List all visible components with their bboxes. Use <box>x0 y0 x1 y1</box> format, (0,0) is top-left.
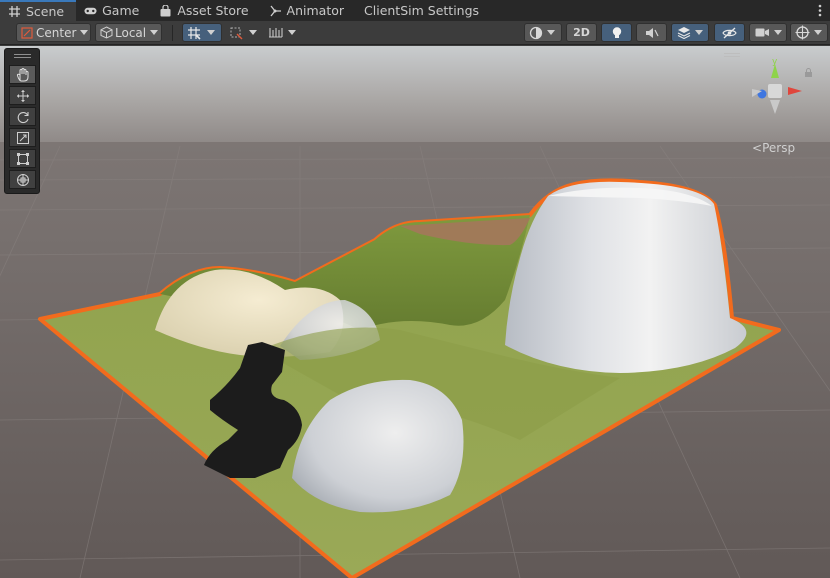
gamepad-icon <box>84 4 97 17</box>
audio-toggle[interactable] <box>636 23 667 42</box>
increment-snapping-toggle[interactable] <box>226 23 262 42</box>
lightbulb-icon <box>611 26 623 40</box>
scene-render <box>0 46 830 578</box>
rect-tool-button[interactable] <box>9 149 36 168</box>
overlay-menu-icon[interactable] <box>724 53 740 57</box>
tab-label: Asset Store <box>177 3 249 18</box>
scene-visibility-toggle[interactable] <box>714 23 745 42</box>
handle-space-label: Local <box>115 25 147 40</box>
effects-dropdown[interactable] <box>671 23 709 42</box>
chevron-down-icon <box>207 30 215 35</box>
grid-visibility-dropdown[interactable] <box>265 23 301 42</box>
pivot-mode-dropdown[interactable]: Center <box>16 23 91 42</box>
grid-snap-icon <box>187 26 201 40</box>
panel-drag-handle[interactable] <box>14 54 31 58</box>
pivot-mode-label: Center <box>36 25 77 40</box>
snap-increment-icon <box>229 26 243 40</box>
more-options-icon[interactable] <box>810 0 830 21</box>
draw-mode-dropdown[interactable] <box>524 23 562 42</box>
svg-text:y: y <box>772 57 778 67</box>
gizmos-dropdown[interactable] <box>790 23 828 42</box>
scale-tool-button[interactable] <box>9 128 36 147</box>
cube-icon <box>100 26 113 39</box>
rotate-tool-button[interactable] <box>9 107 36 126</box>
chevron-down-icon <box>814 30 822 35</box>
bag-icon <box>159 4 172 17</box>
grid-icon <box>8 5 21 18</box>
toolbar-separator <box>172 25 173 41</box>
perspective-icon: < <box>752 141 763 155</box>
audio-muted-icon <box>645 27 659 39</box>
hand-icon <box>16 67 30 82</box>
projection-toggle[interactable]: <Persp <box>752 141 795 155</box>
tab-label: Game <box>102 3 140 18</box>
chevron-down-icon <box>547 30 555 35</box>
tab-label: Animator <box>286 3 345 18</box>
chevron-down-icon <box>695 30 703 35</box>
handle-space-dropdown[interactable]: Local <box>95 23 162 42</box>
hand-tool-button[interactable] <box>9 65 36 84</box>
tools-overlay-panel <box>4 48 40 194</box>
transform-tool-button[interactable] <box>9 170 36 189</box>
chevron-down-icon <box>288 30 296 35</box>
eye-hidden-icon <box>722 27 737 39</box>
orientation-gizmo[interactable]: y <box>740 56 810 126</box>
scene-toolbar: Center Local 2D <box>0 21 830 45</box>
transform-icon <box>16 173 30 187</box>
mode-2d-label: 2D <box>573 26 590 39</box>
tab-asset-store[interactable]: Asset Store <box>151 0 260 21</box>
chevron-down-icon <box>249 30 257 35</box>
chevron-down-icon <box>80 30 89 35</box>
chevron-down-icon <box>150 30 159 35</box>
grid-snapping-toggle[interactable] <box>182 23 222 42</box>
animator-icon <box>269 4 282 17</box>
camera-settings-dropdown[interactable] <box>749 23 787 42</box>
pivot-center-icon <box>21 26 33 39</box>
scale-icon <box>16 131 30 145</box>
move-tool-button[interactable] <box>9 86 36 105</box>
move-icon <box>16 89 30 103</box>
camera-icon <box>755 27 770 38</box>
tab-animator[interactable]: Animator <box>261 0 356 21</box>
chevron-down-icon <box>774 30 782 35</box>
shading-sphere-icon <box>529 26 543 40</box>
gizmo-globe-icon <box>795 25 810 40</box>
scene-viewport[interactable]: y <box>0 46 830 578</box>
tab-label: ClientSim Settings <box>364 3 480 18</box>
ruler-icon <box>268 26 283 39</box>
rect-transform-icon <box>16 152 30 166</box>
layers-icon <box>677 26 691 39</box>
projection-label: Persp <box>762 141 796 155</box>
mode-2d-toggle[interactable]: 2D <box>566 23 597 42</box>
tab-clientsim-settings[interactable]: ClientSim Settings <box>356 0 491 21</box>
editor-tab-bar: Scene Game Asset Store Animator ClientSi… <box>0 0 830 21</box>
rotate-icon <box>16 110 30 124</box>
tab-scene[interactable]: Scene <box>0 0 77 21</box>
tab-label: Scene <box>26 4 65 19</box>
tab-game[interactable]: Game <box>76 0 151 21</box>
gizmo-lock-icon[interactable] <box>804 62 813 81</box>
lighting-toggle[interactable] <box>601 23 632 42</box>
